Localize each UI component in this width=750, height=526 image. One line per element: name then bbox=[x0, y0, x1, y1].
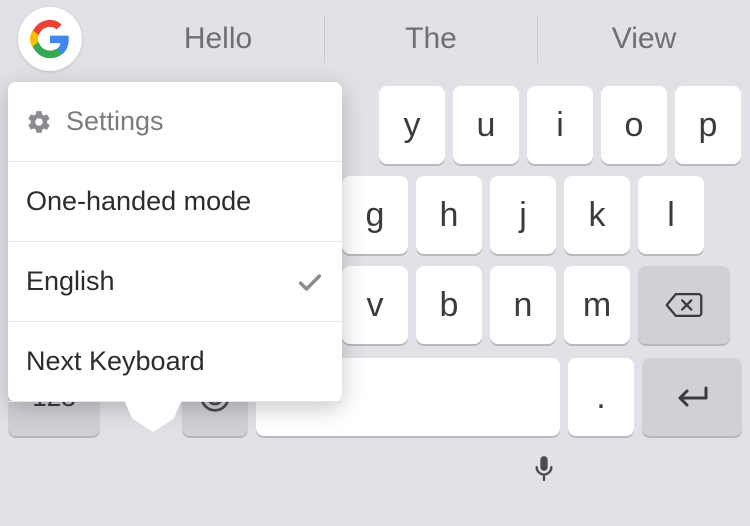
key-i[interactable]: i bbox=[527, 86, 593, 164]
suggestion-1[interactable]: The bbox=[325, 22, 537, 56]
menu-label-settings: Settings bbox=[66, 106, 164, 137]
top-bar: Hello The View bbox=[0, 0, 750, 78]
key-p[interactable]: p bbox=[675, 86, 741, 164]
key-o[interactable]: o bbox=[601, 86, 667, 164]
menu-label-language: English bbox=[26, 266, 115, 297]
return-key[interactable] bbox=[642, 358, 742, 436]
suggestion-0[interactable]: Hello bbox=[112, 22, 324, 56]
key-b[interactable]: b bbox=[416, 266, 482, 344]
google-button[interactable] bbox=[18, 7, 82, 71]
google-icon bbox=[30, 19, 70, 59]
key-m[interactable]: m bbox=[564, 266, 630, 344]
key-v[interactable]: v bbox=[342, 266, 408, 344]
key-u[interactable]: u bbox=[453, 86, 519, 164]
check-icon bbox=[296, 268, 324, 296]
key-h[interactable]: h bbox=[416, 176, 482, 254]
gboard-keyboard: Hello The View q w e r t y u i o p a s d… bbox=[0, 0, 750, 526]
key-l[interactable]: l bbox=[638, 176, 704, 254]
key-j[interactable]: j bbox=[490, 176, 556, 254]
menu-item-settings[interactable]: Settings bbox=[8, 82, 342, 162]
menu-label-next-keyboard: Next Keyboard bbox=[26, 346, 205, 377]
menu-label-one-handed: One-handed mode bbox=[26, 186, 251, 217]
backspace-key[interactable] bbox=[638, 266, 730, 344]
return-icon bbox=[672, 383, 712, 411]
mic-icon bbox=[533, 454, 555, 484]
period-key[interactable]: . bbox=[568, 358, 634, 436]
menu-item-language[interactable]: English bbox=[8, 242, 342, 322]
gear-icon bbox=[26, 109, 52, 135]
key-y[interactable]: y bbox=[379, 86, 445, 164]
key-g[interactable]: g bbox=[342, 176, 408, 254]
keyboard-options-popup: Settings One-handed mode English Next Ke… bbox=[8, 82, 342, 402]
suggestion-bar: Hello The View bbox=[112, 9, 750, 69]
backspace-icon bbox=[664, 290, 704, 320]
key-n[interactable]: n bbox=[490, 266, 556, 344]
suggestion-2[interactable]: View bbox=[538, 22, 750, 56]
mic-button[interactable] bbox=[533, 454, 555, 484]
key-k[interactable]: k bbox=[564, 176, 630, 254]
menu-item-one-handed[interactable]: One-handed mode bbox=[8, 162, 342, 242]
